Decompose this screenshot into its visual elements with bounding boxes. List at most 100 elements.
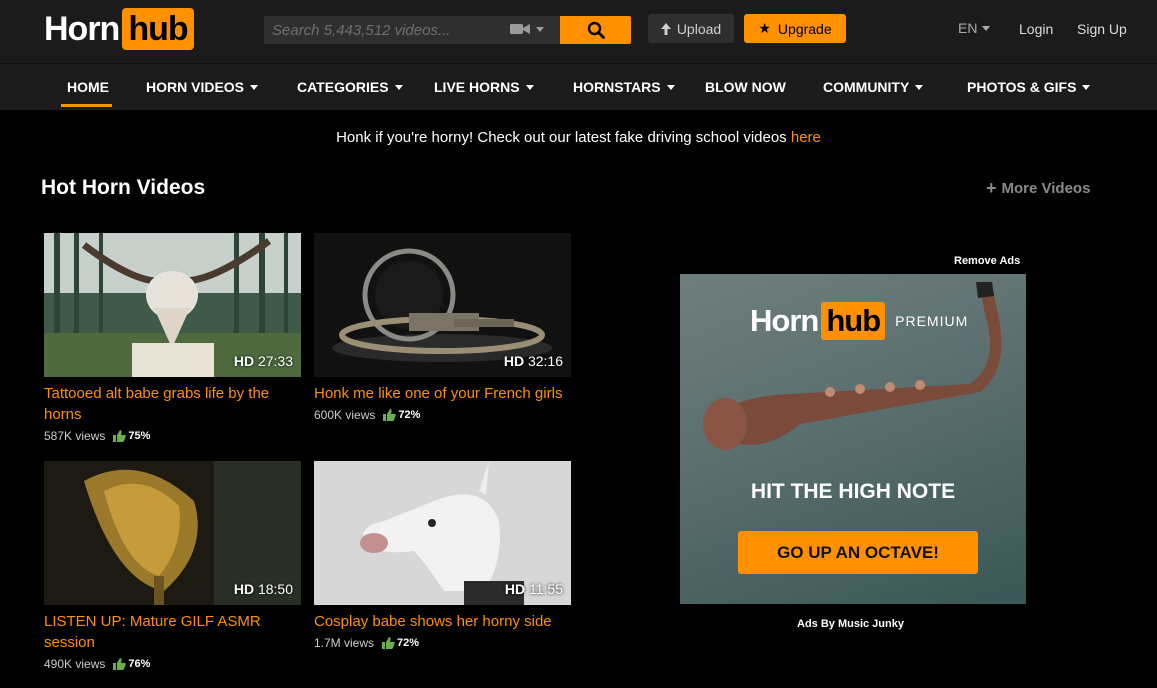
signup-link[interactable]: Sign Up xyxy=(1077,21,1127,37)
view-count: 1.7M views xyxy=(314,636,375,650)
duration-badge: HD 32:16 xyxy=(504,353,563,369)
chevron-down-icon xyxy=(525,84,534,90)
chevron-down-icon xyxy=(915,84,924,90)
duration: 11:55 xyxy=(529,581,563,597)
rating-value: 75% xyxy=(128,430,151,442)
premium-ad-banner[interactable]: Horn hub PREMIUM HIT THE HIGH NOTE GO UP… xyxy=(680,274,1026,604)
video-card[interactable]: HD 11:55 Cosplay babe shows her horny si… xyxy=(314,461,571,650)
search-button[interactable] xyxy=(560,16,631,44)
nav-item-community[interactable]: COMMUNITY xyxy=(823,79,924,95)
video-thumbnail[interactable]: HD 27:33 xyxy=(44,233,301,377)
video-card[interactable]: HD 18:50 LISTEN UP: Mature GILF ASMR ses… xyxy=(44,461,301,671)
hd-badge: HD xyxy=(504,581,526,597)
view-count: 600K views xyxy=(314,408,376,422)
view-count: 587K views xyxy=(44,429,106,443)
nav-item-photos-gifs[interactable]: PHOTOS & GIFS xyxy=(967,79,1091,95)
site-logo[interactable]: Horn hub xyxy=(44,8,194,50)
upload-button[interactable]: Upload xyxy=(648,14,734,43)
upload-arrow-icon xyxy=(660,22,671,35)
rating: 76% xyxy=(113,658,150,670)
hd-badge: HD xyxy=(503,353,525,369)
upgrade-button[interactable]: ★ Upgrade xyxy=(744,14,846,43)
nav-active-indicator xyxy=(61,104,112,107)
more-videos-link[interactable]: + More Videos xyxy=(986,178,1091,198)
duration-badge: HD 18:50 xyxy=(234,581,293,597)
video-title[interactable]: LISTEN UP: Mature GILF ASMR session xyxy=(44,611,301,653)
rating: 72% xyxy=(383,409,420,421)
nav-item-label: BLOW NOW xyxy=(705,79,786,95)
promo-text: Honk if you're horny! Check out our late… xyxy=(336,129,791,146)
video-meta: 1.7M views 72% xyxy=(314,636,571,650)
nav-item-label: HORNSTARS xyxy=(573,79,661,95)
search-bar xyxy=(264,16,560,44)
thumbs-up-icon xyxy=(113,430,127,442)
video-meta: 587K views 75% xyxy=(44,429,301,443)
nav-item-categories[interactable]: CATEGORIES xyxy=(297,79,403,95)
duration: 27:33 xyxy=(257,353,293,369)
video-title[interactable]: Honk me like one of your French girls xyxy=(314,383,571,404)
video-meta: 600K views 72% xyxy=(314,408,571,422)
hd-badge: HD xyxy=(233,581,255,597)
rating-value: 72% xyxy=(397,637,420,649)
top-bar: Horn hub Upload ★ Upgrade EN Login Sign xyxy=(0,0,1157,63)
ad-headline: HIT THE HIGH NOTE xyxy=(750,480,956,503)
promo-banner: Honk if you're horny! Check out our late… xyxy=(0,129,1157,146)
video-card[interactable]: HD 27:33 Tattooed alt babe grabs life by… xyxy=(44,233,301,443)
thumbs-up-icon xyxy=(383,409,397,421)
chevron-down-icon xyxy=(982,25,991,31)
chevron-down-icon xyxy=(394,84,403,90)
video-thumbnail[interactable]: HD 18:50 xyxy=(44,461,301,605)
rating-value: 76% xyxy=(128,658,151,670)
ad-premium-label: PREMIUM xyxy=(895,313,969,329)
duration: 32:16 xyxy=(527,353,563,369)
language-label: EN xyxy=(958,20,978,36)
rating-value: 72% xyxy=(398,409,421,421)
thumbs-up-icon xyxy=(382,637,395,649)
login-link[interactable]: Login xyxy=(1019,21,1053,37)
video-thumbnail[interactable]: HD 32:16 xyxy=(314,233,571,377)
upgrade-label: Upgrade xyxy=(777,20,832,37)
nav-item-label: CATEGORIES xyxy=(297,79,389,95)
hd-badge: HD xyxy=(233,353,255,369)
logo-text-left: Horn xyxy=(44,9,120,48)
nav-item-label: PHOTOS & GIFS xyxy=(967,79,1077,95)
view-count: 490K views xyxy=(44,657,106,671)
ad-logo: Horn hub PREMIUM xyxy=(750,302,968,340)
ad-logo-left: Horn xyxy=(750,303,819,338)
duration-badge: HD 27:33 xyxy=(234,353,293,369)
video-thumbnail[interactable]: HD 11:55 xyxy=(314,461,571,605)
upload-label: Upload xyxy=(676,20,722,37)
nav-item-label: COMMUNITY xyxy=(823,79,910,95)
promo-link[interactable]: here xyxy=(791,129,821,146)
chevron-down-icon xyxy=(666,84,675,90)
nav-item-hornstars[interactable]: HORNSTARS xyxy=(573,79,675,95)
nav-item-horn-videos[interactable]: HORN VIDEOS xyxy=(146,79,259,95)
video-filter-dropdown[interactable] xyxy=(510,22,544,36)
language-selector[interactable]: EN xyxy=(958,20,991,36)
nav-item-label: HOME xyxy=(67,79,109,95)
video-title[interactable]: Cosplay babe shows her horny side xyxy=(314,611,571,632)
video-card[interactable]: HD 32:16 Honk me like one of your French… xyxy=(314,233,571,422)
logo-text-right: hub xyxy=(122,8,194,50)
search-input[interactable] xyxy=(264,16,494,44)
plus-icon: + xyxy=(986,178,997,198)
chevron-down-icon xyxy=(536,26,544,32)
nav-item-blow-now[interactable]: BLOW NOW xyxy=(705,79,786,95)
main-nav: HOME HORN VIDEOS CATEGORIES LIVE HORNS H… xyxy=(0,63,1157,110)
nav-item-live-horns[interactable]: LIVE HORNS xyxy=(434,79,534,95)
nav-item-home[interactable]: HOME xyxy=(67,79,109,95)
thumbs-up-icon xyxy=(113,658,127,670)
nav-item-label: LIVE HORNS xyxy=(434,79,520,95)
ad-cta-button[interactable]: GO UP AN OCTAVE! xyxy=(738,531,978,574)
ads-by-label: Ads By Music Junky xyxy=(797,618,904,630)
duration-badge: HD 11:55 xyxy=(505,581,563,597)
more-videos-label: More Videos xyxy=(1001,180,1091,197)
video-title[interactable]: Tattooed alt babe grabs life by the horn… xyxy=(44,383,301,425)
ad-logo-right: hub xyxy=(821,302,886,340)
nav-item-label: HORN VIDEOS xyxy=(146,79,245,95)
star-icon: ★ xyxy=(758,20,771,36)
search-icon xyxy=(587,21,605,39)
remove-ads-link[interactable]: Remove Ads xyxy=(954,255,1020,267)
video-camera-icon xyxy=(510,24,530,34)
rating: 75% xyxy=(113,430,150,442)
